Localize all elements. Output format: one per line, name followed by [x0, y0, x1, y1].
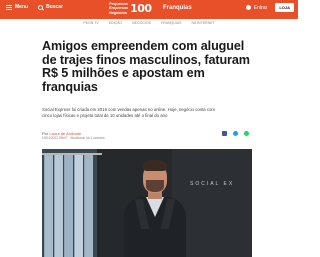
sub-navigation: PEGN TV EDIÇÃO NEGÓCIOS FRANQUIAS NA INT… [0, 19, 298, 26]
shirt-on-rack [64, 155, 73, 257]
top-bar: Menu Buscar Pequenas Empresas Negócios 1… [0, 0, 298, 19]
share-bar [222, 131, 249, 136]
subnav-item[interactable]: NA INTERNET [191, 21, 214, 25]
shirt-on-rack [54, 155, 63, 257]
facebook-icon[interactable] [222, 131, 227, 136]
article-headline: Amigos empreendem com aluguel de trajes … [42, 39, 250, 94]
section-title[interactable]: Franquias [163, 5, 192, 11]
search-icon [38, 4, 44, 10]
article-summary: Social Express foi criada em 2016 com ve… [42, 107, 215, 118]
menu-button[interactable]: Menu [6, 4, 28, 10]
article-photo: SOCIAL EX [42, 149, 252, 257]
top-bar-right: Entrar LOJA [245, 3, 294, 12]
shirt-on-rack [74, 155, 83, 257]
search-label: Buscar [46, 4, 64, 10]
search-button[interactable]: Buscar [38, 4, 63, 10]
twitter-icon[interactable] [233, 131, 238, 136]
brand-line-3: Negócios [109, 9, 128, 15]
login-button[interactable]: Entrar [245, 4, 268, 11]
brand-number: 100 [130, 2, 152, 15]
person-beard [146, 180, 164, 192]
article-dates: 19/04/2023 09h07 · Atualizado há 1 seman… [42, 136, 105, 140]
person-hair [143, 160, 167, 171]
brand-logo[interactable]: Pequenas Empresas Negócios 100 [109, 2, 152, 15]
login-label: Entrar [253, 4, 268, 11]
subnav-item[interactable]: PEGN TV [83, 21, 98, 25]
user-icon [245, 5, 251, 10]
whatsapp-icon[interactable] [244, 131, 249, 136]
subnav-item[interactable]: EDIÇÃO [109, 21, 122, 25]
store-sign: SOCIAL EX [190, 181, 235, 187]
shirt-on-rack [84, 155, 93, 257]
store-button[interactable]: LOJA [275, 3, 294, 12]
brand-text: Pequenas Empresas Negócios [109, 2, 128, 15]
shirt-on-rack [44, 155, 53, 257]
subnav-item[interactable]: FRANQUIAS [161, 21, 181, 25]
subnav-item[interactable]: NEGÓCIOS [132, 21, 151, 25]
top-bar-left: Menu Buscar [6, 4, 63, 10]
hamburger-icon [6, 4, 12, 10]
menu-label: Menu [15, 4, 29, 10]
